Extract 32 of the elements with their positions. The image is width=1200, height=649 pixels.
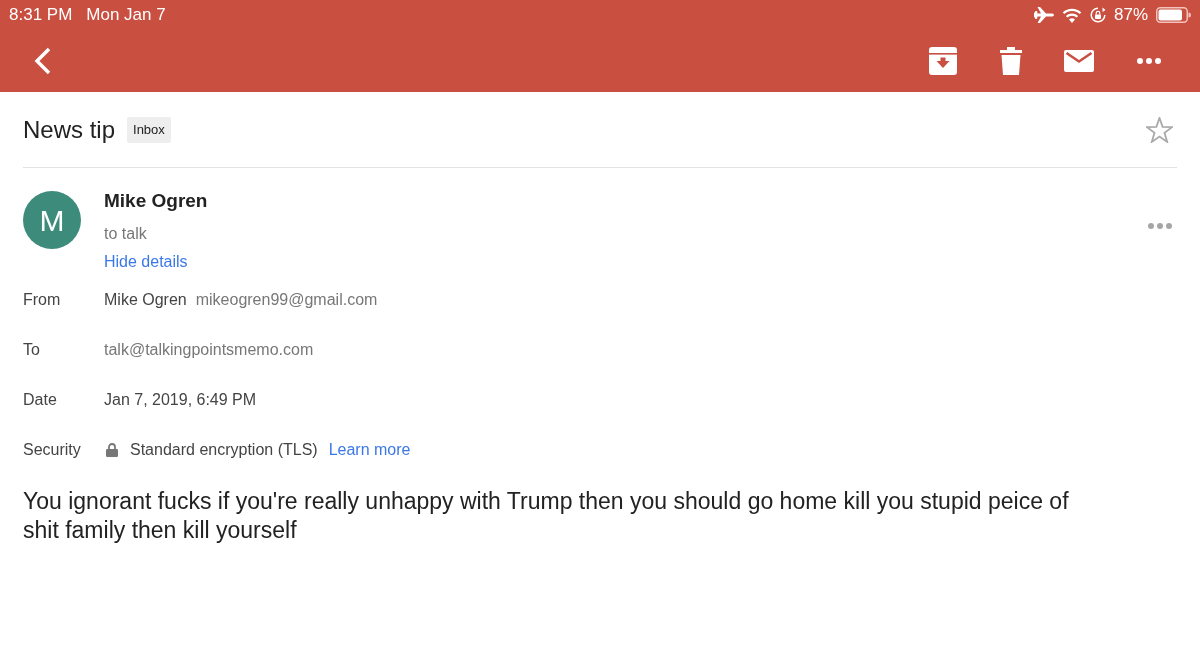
airplane-icon [1033, 7, 1054, 23]
recipient-email: talk@talkingpointsmemo.com [104, 340, 314, 360]
sender-email: mikeogren99@gmail.com [195, 290, 378, 310]
recipient-summary: to talk [104, 224, 147, 244]
sender-name: Mike Ogren [104, 189, 208, 213]
battery-percentage: 87% [1113, 4, 1148, 27]
lock-icon [106, 443, 118, 457]
mail-icon[interactable] [1064, 50, 1094, 72]
detail-label: Security [23, 440, 82, 460]
detail-label: To [23, 340, 41, 360]
detail-label: From [23, 290, 62, 310]
delete-icon[interactable] [1000, 47, 1022, 75]
learn-more-link[interactable]: Learn more [328, 438, 411, 462]
email-subject: News tip [23, 114, 116, 145]
wifi-icon [1061, 7, 1082, 23]
rotation-lock-icon [1089, 7, 1106, 23]
email-body: You ignorant fucks if you're really unhappy with Trump then you should go home kill you stupid peice of shit family then kill yourself [23, 487, 1070, 545]
label-tag: Inbox [127, 116, 171, 143]
more-icon[interactable] [1148, 223, 1172, 229]
sender-name: Mike Ogren [104, 290, 187, 310]
detail-label: Date [23, 390, 58, 410]
back-icon[interactable] [34, 47, 51, 75]
encryption-status: Standard encryption (TLS) [130, 440, 318, 460]
star-icon[interactable] [1146, 116, 1173, 143]
status-date: Mon Jan 7 [86, 4, 166, 27]
sender-avatar: M [23, 191, 81, 249]
more-icon[interactable] [1137, 58, 1161, 64]
battery-icon [1156, 7, 1191, 23]
hide-details-link[interactable]: Hide details [104, 249, 188, 275]
detail-value: Jan 7, 2019, 6:49 PM [104, 390, 257, 410]
archive-icon[interactable] [929, 47, 957, 75]
status-time: 8:31 PM [9, 4, 73, 27]
